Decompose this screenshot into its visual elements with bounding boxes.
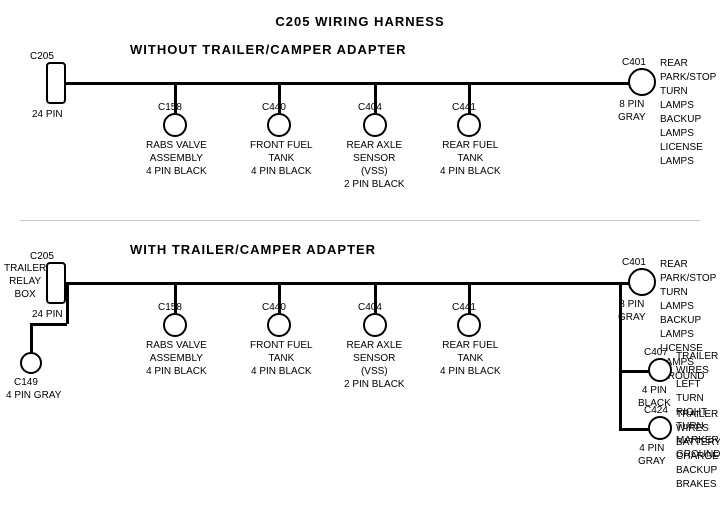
- trailer-relay-hline1: [30, 323, 67, 326]
- c401-2-connector: [628, 268, 656, 296]
- c407-hline: [619, 370, 649, 373]
- c424-hline: [619, 428, 649, 431]
- c401-2-label: C401: [622, 256, 646, 269]
- c404-1-connector: [363, 113, 387, 137]
- c424-rightlabel: TRAILER WIRESBATTERY CHARGEBACKUPBRAKES: [676, 408, 720, 492]
- c440-1-sublabel: FRONT FUELTANK4 PIN BLACK: [250, 139, 313, 178]
- section1-label: WITHOUT TRAILER/CAMPER ADAPTER: [130, 42, 407, 57]
- c404-2-connector: [363, 313, 387, 337]
- section2-mainline: [58, 282, 648, 285]
- c158-2-label: C158: [158, 301, 182, 314]
- c205-2-connector: [46, 262, 66, 304]
- c158-1-sublabel: RABS VALVEASSEMBLY4 PIN BLACK: [146, 139, 207, 178]
- c441-1-sublabel: REAR FUELTANK4 PIN BLACK: [440, 139, 501, 178]
- c401-2-sublabel: 8 PINGRAY: [618, 298, 646, 324]
- c404-2-sublabel: REAR AXLESENSOR(VSS)2 PIN BLACK: [344, 339, 405, 391]
- c440-1-connector: [267, 113, 291, 137]
- c158-1-label: C158: [158, 101, 182, 114]
- c404-2-label: C404: [358, 301, 382, 314]
- section1-mainline: [58, 82, 648, 85]
- c401-1-label: C401: [622, 56, 646, 69]
- c205-1-sublabel: 24 PIN: [32, 108, 63, 121]
- c441-1-label: C441: [452, 101, 476, 114]
- c441-2-connector: [457, 313, 481, 337]
- c401-1-connector: [628, 68, 656, 96]
- c158-2-connector: [163, 313, 187, 337]
- c404-1-sublabel: REAR AXLESENSOR(VSS)2 PIN BLACK: [344, 139, 405, 191]
- c401-1-rightlabel: REAR PARK/STOPTURN LAMPSBACKUP LAMPSLICE…: [660, 57, 720, 169]
- c440-1-label: C440: [262, 101, 286, 114]
- c441-2-sublabel: REAR FUELTANK4 PIN BLACK: [440, 339, 501, 378]
- c158-1-connector: [163, 113, 187, 137]
- c205-1-connector: [46, 62, 66, 104]
- trailer-relay-vline2: [30, 323, 33, 353]
- trailer-relay-label: TRAILERRELAYBOX: [4, 262, 46, 301]
- c424-label: C424: [644, 404, 668, 417]
- right-branch-vline: [619, 282, 622, 430]
- page-title: C205 WIRING HARNESS: [0, 6, 720, 29]
- c149-label: C149: [14, 376, 38, 389]
- c440-2-label: C440: [262, 301, 286, 314]
- c158-2-sublabel: RABS VALVEASSEMBLY4 PIN BLACK: [146, 339, 207, 378]
- c205-2-sublabel: 24 PIN: [32, 308, 63, 321]
- c149-sublabel: 4 PIN GRAY: [6, 389, 61, 402]
- section-divider: [20, 220, 700, 221]
- c424-sublabel: 4 PINGRAY: [638, 442, 666, 468]
- c407-connector: [648, 358, 672, 382]
- c440-2-sublabel: FRONT FUELTANK4 PIN BLACK: [250, 339, 313, 378]
- trailer-relay-vline1: [66, 284, 69, 324]
- c149-connector: [20, 352, 42, 374]
- c440-2-connector: [267, 313, 291, 337]
- c401-1-sublabel: 8 PINGRAY: [618, 98, 646, 124]
- c424-connector: [648, 416, 672, 440]
- c407-label: C407: [644, 346, 668, 359]
- c404-1-label: C404: [358, 101, 382, 114]
- c205-1-label: C205: [30, 50, 54, 63]
- section2-label: WITH TRAILER/CAMPER ADAPTER: [130, 242, 376, 257]
- diagram: C205 WIRING HARNESS WITHOUT TRAILER/CAMP…: [0, 0, 720, 500]
- c441-2-label: C441: [452, 301, 476, 314]
- c441-1-connector: [457, 113, 481, 137]
